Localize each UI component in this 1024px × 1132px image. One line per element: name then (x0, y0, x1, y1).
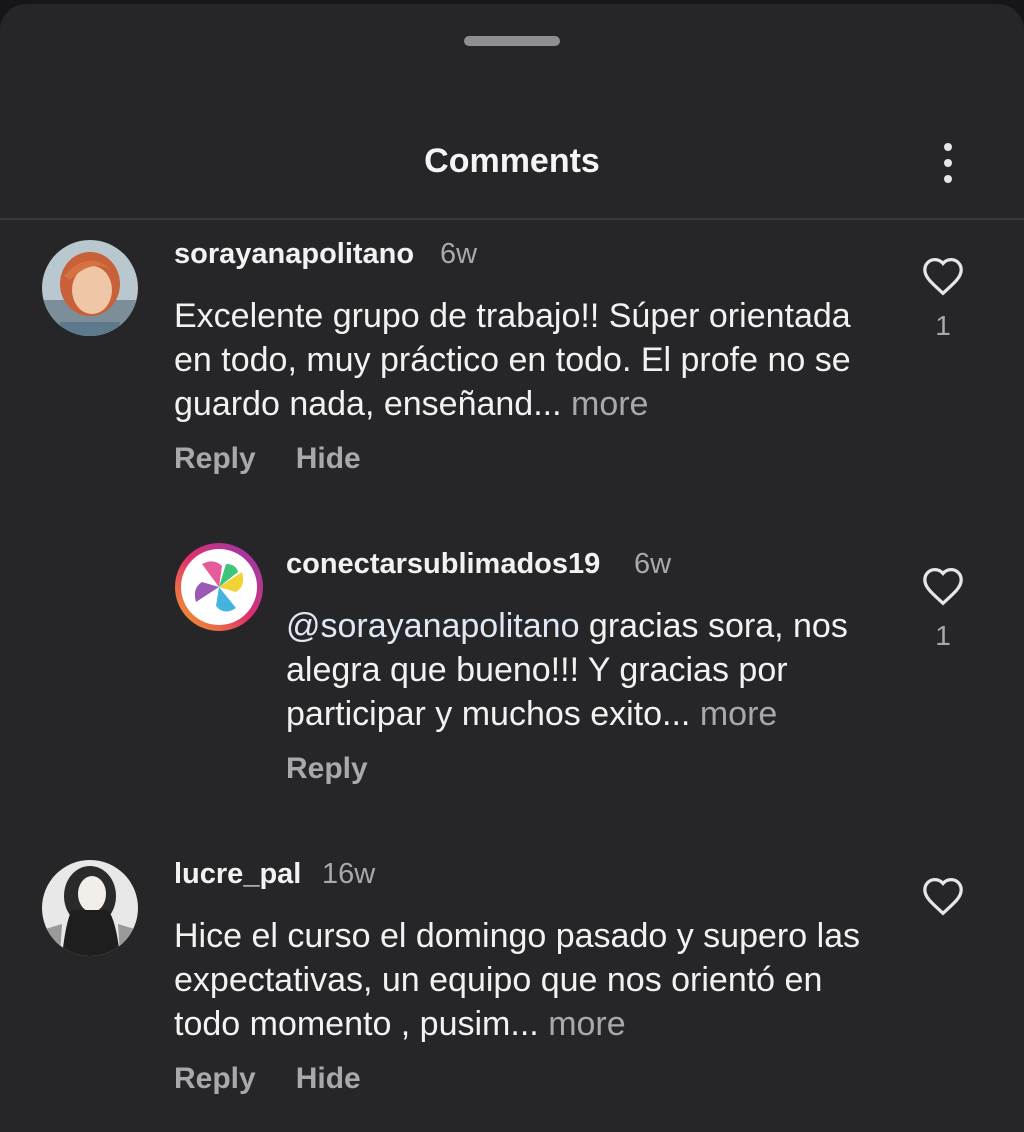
drag-handle[interactable] (464, 36, 560, 46)
avatar[interactable] (42, 240, 138, 336)
comment-time: 6w (440, 238, 478, 270)
heart-icon[interactable] (921, 256, 965, 296)
comment-username[interactable]: conectarsublimados19 (286, 548, 600, 581)
hide-button[interactable]: Hide (296, 1062, 361, 1095)
comment-actions: Reply (286, 752, 408, 786)
more-link[interactable]: more (548, 1005, 625, 1043)
comment-text: @sorayanapolitano gracias sora, nos aleg… (286, 607, 848, 733)
comment-text: Hice el curso el domingo pasado y supero… (174, 917, 861, 1043)
comment-actions: Reply Hide (174, 1062, 401, 1096)
more-link[interactable]: more (571, 385, 648, 423)
reply-button[interactable]: Reply (174, 1062, 256, 1095)
hide-button[interactable]: Hide (296, 442, 361, 475)
comment-username[interactable]: lucre_pal (174, 858, 301, 891)
avatar[interactable] (174, 542, 264, 632)
heart-icon[interactable] (921, 566, 965, 606)
comment-time: 16w (322, 858, 376, 890)
page-title: Comments (424, 142, 600, 180)
comments-sheet: Comments sorayanapolitano 6w Excelente g… (0, 4, 1024, 1132)
comment-text: Excelente grupo de trabajo!! Súper orien… (174, 297, 851, 423)
heart-icon[interactable] (921, 876, 965, 916)
kebab-menu-icon[interactable] (930, 136, 966, 190)
more-link[interactable]: more (700, 695, 777, 733)
mention-link[interactable]: @sorayanapolitano (286, 607, 579, 645)
comment-username[interactable]: sorayanapolitano (174, 238, 414, 271)
divider (0, 218, 1024, 220)
like-count: 1 (935, 620, 951, 651)
comment-actions: Reply Hide (174, 442, 401, 476)
comment-time: 6w (634, 548, 672, 580)
avatar[interactable] (42, 860, 138, 956)
reply-button[interactable]: Reply (286, 752, 368, 785)
like-count: 1 (935, 310, 951, 341)
reply-button[interactable]: Reply (174, 442, 256, 475)
